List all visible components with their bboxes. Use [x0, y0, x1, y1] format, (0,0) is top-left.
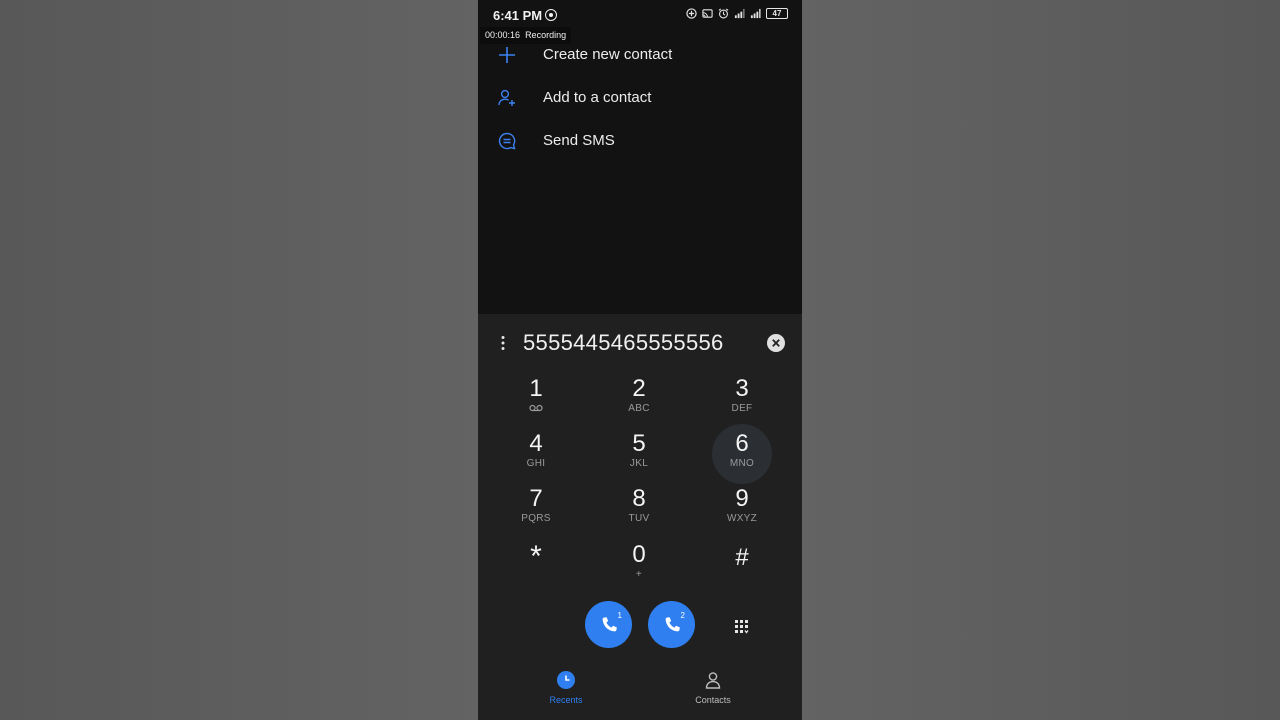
sim-2-badge: 2 [680, 611, 685, 620]
key-digit: 1 [529, 375, 543, 402]
key-letters: GHI [526, 458, 546, 469]
screen-record-icon [545, 9, 557, 21]
person-add-icon [498, 89, 515, 106]
dial-key-9[interactable]: 9 WXYZ [713, 484, 771, 536]
nav-recents-label: Recents [549, 695, 583, 705]
dial-key-star[interactable]: * [507, 542, 565, 594]
number-display-row: 5555445465555556 [478, 330, 802, 356]
dial-key-2[interactable]: 2 ABC [610, 374, 668, 426]
background-right [802, 0, 1280, 720]
backspace-icon[interactable] [766, 333, 786, 353]
voicemail-icon [529, 404, 543, 412]
key-digit: 9 [735, 485, 749, 512]
call-sim2-button[interactable]: 2 [648, 601, 695, 648]
key-digit: 5 [632, 430, 646, 457]
key-letters: TUV [628, 513, 650, 524]
key-digit: * [530, 540, 542, 573]
key-letters: MNO [729, 458, 755, 469]
plus-icon [499, 46, 515, 63]
dialed-number[interactable]: 5555445465555556 [523, 330, 755, 356]
key-digit: # [735, 544, 749, 571]
phone-screen: 6:41 PM 47 00:00:16 Recording Create new… [478, 0, 802, 720]
send-sms-item[interactable]: Send SMS [478, 119, 802, 162]
send-sms-label: Send SMS [543, 132, 615, 149]
dialpad-toggle-icon[interactable] [734, 619, 750, 635]
nav-contacts[interactable]: Contacts [673, 670, 753, 705]
dial-key-0[interactable]: 0 + [610, 540, 668, 592]
key-digit: 7 [529, 485, 543, 512]
sim-1-badge: 1 [617, 611, 622, 620]
status-bar: 6:41 PM 47 00:00:16 Recording [478, 0, 802, 44]
key-digit: 2 [632, 375, 646, 402]
create-new-contact-item[interactable]: Create new contact [478, 33, 802, 76]
dial-key-8[interactable]: 8 TUV [610, 484, 668, 536]
create-new-contact-label: Create new contact [543, 46, 673, 63]
dial-key-3[interactable]: 3 DEF [713, 374, 771, 426]
key-letters: DEF [731, 403, 753, 414]
alarm-icon [718, 8, 729, 19]
key-digit: 6 [735, 430, 749, 457]
cast-icon [702, 9, 713, 18]
dial-key-4[interactable]: 4 GHI [507, 429, 565, 481]
key-digit: 3 [735, 375, 749, 402]
data-saver-icon [686, 8, 697, 19]
recents-icon [557, 671, 575, 689]
dial-key-5[interactable]: 5 JKL [610, 429, 668, 481]
key-letters: ABC [628, 403, 650, 414]
background-left [0, 0, 478, 720]
key-letters: + [635, 569, 643, 580]
phone-icon [602, 616, 617, 631]
dial-key-hash[interactable]: # [713, 543, 771, 595]
nav-recents[interactable]: Recents [526, 670, 606, 705]
key-letters: PQRS [521, 513, 551, 524]
bottom-navigation: Recents Contacts [478, 670, 802, 720]
contacts-icon [705, 672, 721, 689]
dialpad-panel: 5555445465555556 1 2 ABC 3 DEF 4 GHI 5 J… [478, 314, 802, 720]
battery-indicator: 47 [766, 8, 788, 19]
add-to-contact-label: Add to a contact [543, 89, 652, 106]
more-options-icon[interactable] [500, 335, 506, 351]
dial-key-1[interactable]: 1 [507, 374, 565, 426]
key-digit: 8 [632, 485, 646, 512]
phone-icon [665, 616, 680, 631]
dial-key-7[interactable]: 7 PQRS [507, 484, 565, 536]
key-digit: 0 [632, 541, 646, 568]
dial-key-6[interactable]: 6 MNO [712, 424, 772, 484]
add-to-contact-item[interactable]: Add to a contact [478, 76, 802, 119]
nav-contacts-label: Contacts [695, 695, 731, 705]
call-sim1-button[interactable]: 1 [585, 601, 632, 648]
status-icons: 47 [686, 8, 788, 19]
key-letters: WXYZ [726, 513, 758, 524]
signal-icon [734, 8, 745, 19]
key-digit: 4 [529, 430, 543, 457]
key-letters: JKL [629, 458, 649, 469]
status-time: 6:41 PM [493, 8, 543, 23]
signal-icon-2 [750, 8, 761, 19]
message-icon [498, 132, 516, 149]
